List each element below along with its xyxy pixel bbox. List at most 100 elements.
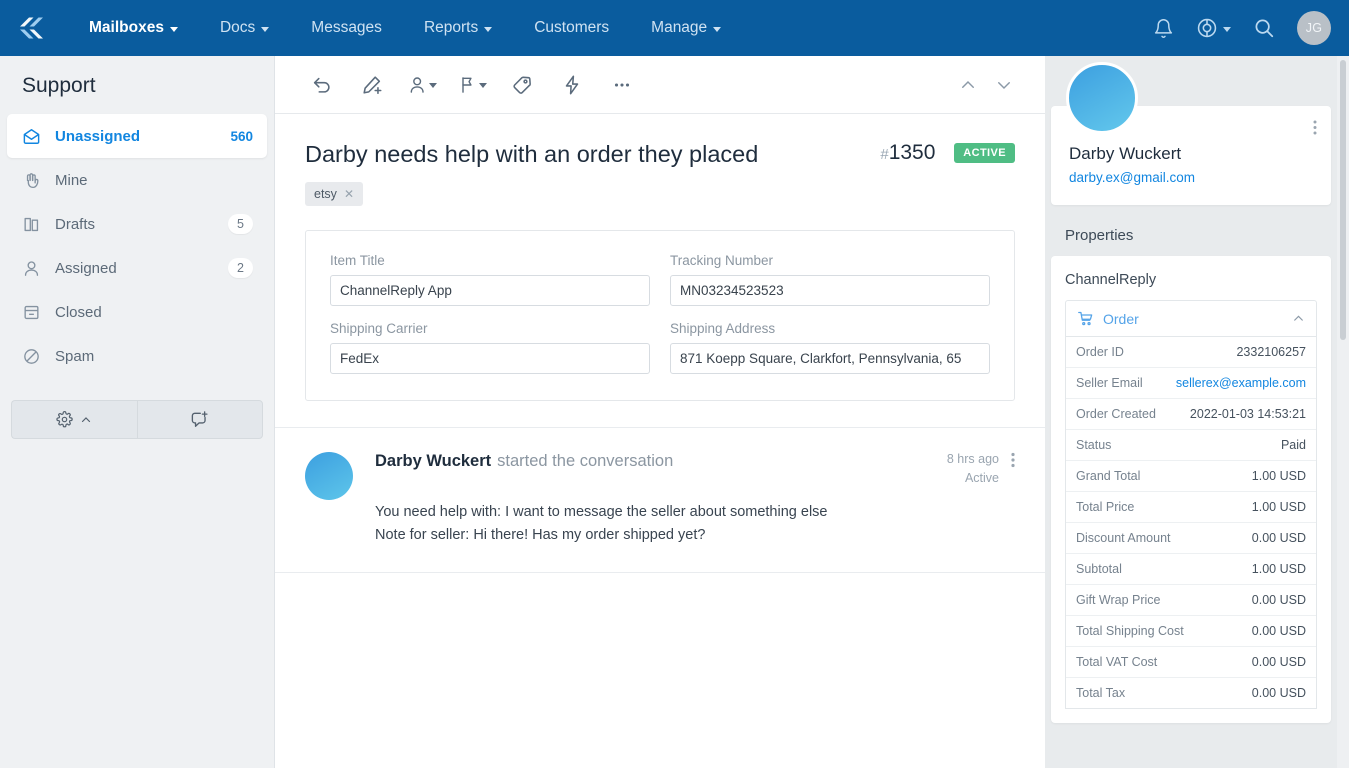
item-title-input[interactable] [330,275,650,307]
shipping-address-input[interactable] [670,343,990,375]
status-badge: ACTIVE [954,143,1015,163]
field-shipping-address: Shipping Address [670,321,990,375]
sidebar-item-drafts-count: 5 [228,214,253,234]
chevron-down-icon [169,26,178,32]
tag-button[interactable] [501,65,543,105]
remove-tag-icon[interactable]: ✕ [344,187,354,201]
row-key: Total Shipping Cost [1076,624,1184,638]
tag-list: etsy ✕ [305,182,1015,207]
main-nav-links: Mailboxes Docs Messages Reports Customer… [68,0,742,56]
customer-avatar[interactable] [1066,62,1138,134]
sidebar-item-unassigned-label: Unassigned [55,127,141,145]
row-value: 1.00 USD [1251,469,1306,483]
customer-more-menu[interactable] [1313,120,1317,138]
row-value: 0.00 USD [1251,531,1306,545]
message-line-2: Note for seller: Hi there! Has my order … [375,526,706,543]
chevron-down-icon [261,26,270,32]
user-avatar-initials: JG [1305,21,1323,35]
right-panel-scrollbar[interactable] [1340,60,1346,340]
chevron-down-icon [713,26,722,32]
previous-conversation-button[interactable] [953,69,983,101]
customer-name: Darby Wuckert [1069,144,1182,163]
sidebar-item-mine[interactable]: Mine [7,158,267,202]
order-section-header[interactable]: Order [1065,300,1317,337]
properties-heading: Properties [1065,227,1134,244]
pencil-plus-icon [363,75,382,94]
nav-docs[interactable]: Docs [199,0,290,56]
nav-manage-label: Manage [651,19,708,36]
nav-messages[interactable]: Messages [290,0,403,56]
row-value: 1.00 USD [1251,500,1306,514]
assign-button[interactable] [401,65,443,105]
row-value: 2022-01-03 14:53:21 [1189,407,1306,421]
new-message-icon [191,411,208,427]
nav-docs-label: Docs [219,19,256,36]
message-body-text: You need help with: I want to message th… [375,501,1015,546]
help-lifering-icon[interactable] [1196,17,1231,39]
workflow-button[interactable] [551,65,593,105]
table-row: Total Price 1.00 USD [1066,492,1316,523]
sidebar-item-closed-label: Closed [55,303,102,321]
helpscout-logo-icon[interactable] [14,11,48,45]
more-actions-button[interactable] [601,65,643,105]
table-row: Total Shipping Cost 0.00 USD [1066,616,1316,647]
row-value[interactable]: sellerex@example.com [1176,376,1306,390]
nav-mailboxes[interactable]: Mailboxes [68,0,199,56]
table-row: Order ID 2332106257 [1066,337,1316,368]
row-key: Total Tax [1076,686,1126,700]
row-key: Subtotal [1076,562,1122,576]
nav-customers-label: Customers [534,19,610,36]
nav-manage[interactable]: Manage [630,0,742,56]
shipping-carrier-input[interactable] [330,343,650,375]
tag-icon [513,76,531,94]
conversation-pager [953,69,1019,101]
chevron-up-icon [1294,315,1303,321]
row-value: Paid [1280,438,1306,452]
message-meta: 8 hrs ago Active [929,452,999,485]
field-shipping-carrier-label: Shipping Carrier [330,321,428,337]
nav-messages-label: Messages [311,19,382,36]
hash-symbol: # [880,146,889,163]
sidebar-item-closed[interactable]: Closed [7,290,267,334]
tracking-number-input[interactable] [670,275,990,307]
nav-mailboxes-label: Mailboxes [89,19,164,36]
sidebar-item-spam[interactable]: Spam [7,334,267,378]
search-icon[interactable] [1253,17,1275,39]
table-row: Grand Total 1.00 USD [1066,461,1316,492]
table-row: Seller Email sellerex@example.com [1066,368,1316,399]
top-navigation-bar: Mailboxes Docs Messages Reports Customer… [0,0,1349,56]
properties-app-name: ChannelReply [1065,272,1157,288]
notifications-bell-icon[interactable] [1153,18,1174,39]
row-key: Seller Email [1076,376,1143,390]
tag-chip-etsy[interactable]: etsy ✕ [305,182,363,207]
app-body: Support Unassigned 560 Mine Drafts 5 Ass… [0,56,1349,768]
message-more-menu[interactable] [999,452,1015,472]
sidebar-item-unassigned[interactable]: Unassigned 560 [7,114,267,158]
order-details-form: Item Title Tracking Number Shipping Carr… [305,230,1015,402]
chevron-up-icon [962,80,974,88]
user-avatar[interactable]: JG [1297,11,1331,45]
row-key: Grand Total [1076,469,1141,483]
conversation-number: #1350 ACTIVE [880,140,1015,165]
new-conversation-button[interactable] [136,400,263,439]
mailbox-settings-button[interactable] [11,400,137,439]
status-button[interactable] [451,65,493,105]
row-key: Gift Wrap Price [1076,593,1161,607]
message-header: Darby Wuckert started the conversation [375,452,673,471]
nav-reports[interactable]: Reports [403,0,513,56]
conversation-toolbar [275,56,1045,114]
row-value: 2332106257 [1236,345,1306,359]
next-conversation-button[interactable] [989,69,1019,101]
sidebar-item-drafts-label: Drafts [55,215,96,233]
nav-customers[interactable]: Customers [513,0,630,56]
sidebar-item-drafts[interactable]: Drafts 5 [7,202,267,246]
customer-email[interactable]: darby.ex@gmail.com [1069,170,1313,185]
sidebar-item-assigned[interactable]: Assigned 2 [7,246,267,290]
drafts-icon [21,214,41,234]
add-note-button[interactable] [351,65,393,105]
field-tracking-number: Tracking Number [670,253,990,307]
row-value: 0.00 USD [1251,655,1306,669]
row-key: Total Price [1076,500,1135,514]
reply-button[interactable] [301,65,343,105]
assign-person-icon [410,76,424,93]
